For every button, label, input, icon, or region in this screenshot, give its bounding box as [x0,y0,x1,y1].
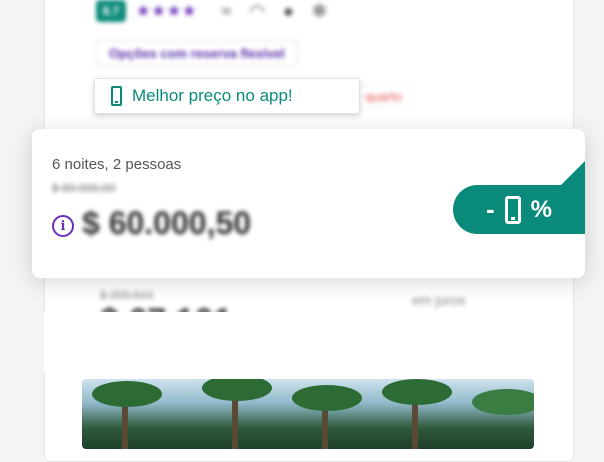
price-detail-popup: 6 noites, 2 pessoas $ 80.000,00 i $ 60.0… [32,129,585,278]
phone-icon [504,195,521,224]
old-price-bottom: $ 209.610 [100,288,154,302]
pool-icon: ≈ [221,0,232,21]
discount-percent: % [530,195,552,223]
star-rating: ★★★★ [136,3,198,20]
info-icon[interactable]: i [52,215,74,237]
discount-minus: - [485,194,495,224]
nights-guests-label: 6 noites, 2 pessoas [52,156,182,173]
amenities: ≈ ◠ ● ✻ [221,1,327,22]
phone-icon [111,86,122,106]
installments-label: em juros [412,292,466,308]
ac-icon: ✻ [311,0,327,21]
app-discount-badge: - % [453,185,585,234]
flexible-booking-badge: Opções com reserva flexível [96,40,298,66]
app-best-price-badge: Melhor preço no app! [94,78,360,114]
hotel-photo[interactable] [82,379,534,449]
app-best-price-label: Melhor preço no app! [132,86,293,105]
old-price: $ 80.000,00 [52,181,116,195]
discount-ribbon-corner [561,161,585,185]
rating-row: 8.7 ★★★★ ≈ ◠ ● ✻ [96,0,327,22]
card-divider-area [44,312,572,372]
rating-score: 8.7 [96,0,126,22]
wifi-icon: ◠ [249,0,265,21]
view-icon: ● [282,0,294,21]
price: $ 60.000,50 [82,205,252,241]
